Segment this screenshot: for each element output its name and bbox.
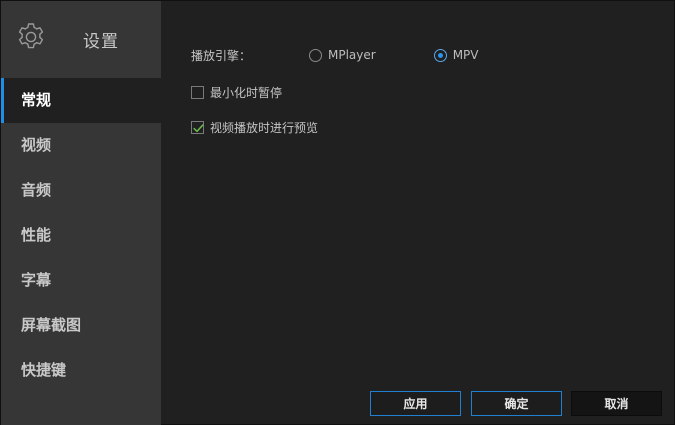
engine-option-label: MPlayer xyxy=(328,48,376,62)
sidebar: 设置 常规 视频 音频 性能 字幕 屏幕截图 快捷键 xyxy=(1,1,161,425)
sidebar-item-audio[interactable]: 音频 xyxy=(1,168,161,213)
sidebar-item-shortcuts[interactable]: 快捷键 xyxy=(1,348,161,393)
apply-button[interactable]: 应用 xyxy=(370,391,461,416)
sidebar-header: 设置 xyxy=(1,1,161,77)
cancel-button[interactable]: 取消 xyxy=(571,391,662,416)
preview-on-play-checkbox[interactable]: 视频播放时进行预览 xyxy=(191,119,318,135)
radio-unchecked-icon[interactable] xyxy=(309,48,322,62)
sidebar-item-video[interactable]: 视频 xyxy=(1,123,161,168)
pause-on-minimize-label: 最小化时暂停 xyxy=(210,85,283,100)
settings-content: 播放引擎： MPlayer MPV 最小化时暂停 视频播放时进行预览 应用 确定 xyxy=(161,1,674,424)
checkbox-checked-icon[interactable] xyxy=(191,120,204,134)
preview-on-play-label: 视频播放时进行预览 xyxy=(210,120,319,135)
sidebar-title: 设置 xyxy=(83,32,119,52)
sidebar-item-subtitles[interactable]: 字幕 xyxy=(1,258,161,303)
radio-checked-icon[interactable] xyxy=(433,48,447,62)
checkmark-icon xyxy=(193,123,204,132)
sidebar-nav: 常规 视频 音频 性能 字幕 屏幕截图 快捷键 xyxy=(1,78,161,393)
engine-option-label: MPV xyxy=(452,48,479,62)
settings-window: 设置 常规 视频 音频 性能 字幕 屏幕截图 快捷键 播放引擎： MPlayer… xyxy=(0,0,675,425)
engine-label: 播放引擎： xyxy=(191,48,252,63)
ok-button[interactable]: 确定 xyxy=(471,391,562,416)
sidebar-item-screenshot[interactable]: 屏幕截图 xyxy=(1,303,161,348)
engine-row: 播放引擎： MPlayer MPV xyxy=(191,46,479,64)
pause-on-minimize-checkbox[interactable]: 最小化时暂停 xyxy=(191,84,282,100)
sidebar-item-performance[interactable]: 性能 xyxy=(1,213,161,258)
gear-icon xyxy=(18,23,44,49)
checkbox-unchecked-icon[interactable] xyxy=(191,85,204,99)
sidebar-item-general[interactable]: 常规 xyxy=(1,78,161,123)
engine-radio-mpv[interactable]: MPV xyxy=(433,48,479,62)
engine-radio-mplayer[interactable]: MPlayer xyxy=(309,48,376,62)
